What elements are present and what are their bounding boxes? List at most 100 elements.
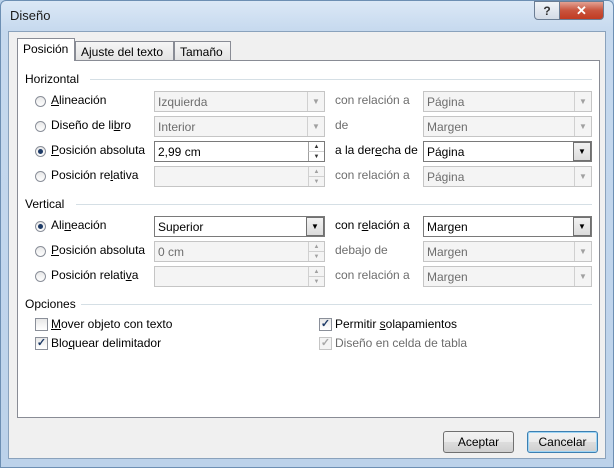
options-group-title: Opciones: [25, 297, 76, 311]
vertical-separator: [76, 204, 592, 205]
tab-label: Tamaño: [180, 45, 223, 59]
combo-value: Página: [427, 95, 465, 109]
horizontal-diseno-de-libro-label: Diseño de libro: [51, 118, 132, 132]
diseno-en-celda-de-tabla-checkbox[interactable]: ✓: [319, 337, 332, 350]
horizontal-posicion-absoluta-target-combo[interactable]: Página ▼: [423, 141, 592, 162]
vertical-alineacion-relation: con relación a: [335, 218, 410, 232]
spin-value: 2,99 cm: [158, 145, 201, 159]
chevron-down-icon: ▼: [307, 92, 324, 111]
aceptar-button[interactable]: Aceptar: [443, 431, 514, 453]
dialog-body: Posición Ajuste del texto Tamaño Horizon…: [8, 31, 606, 459]
close-icon: ✕: [576, 2, 587, 18]
spin-down-icon[interactable]: ▼: [308, 176, 324, 186]
chevron-down-icon: ▼: [574, 267, 591, 286]
tab-label: Posición: [23, 42, 69, 56]
button-label: Aceptar: [457, 435, 500, 449]
close-button[interactable]: ✕: [559, 1, 604, 20]
horizontal-alineacion-radio[interactable]: [35, 96, 46, 107]
horizontal-posicion-relativa-target-combo[interactable]: Página ▼: [423, 166, 592, 187]
combo-value: Superior: [158, 220, 204, 234]
vertical-alineacion-target-combo[interactable]: Margen ▼: [423, 216, 592, 237]
permitir-solapamientos-checkbox[interactable]: ✓: [319, 318, 332, 331]
options-separator: [81, 304, 592, 305]
spin-down-icon[interactable]: ▼: [308, 251, 324, 261]
horizontal-posicion-relativa-radio[interactable]: [35, 171, 46, 182]
vertical-posicion-relativa-relation: con relación a: [335, 268, 410, 282]
vertical-alineacion-radio[interactable]: [35, 221, 46, 232]
vertical-posicion-relativa-label: Posición relativa: [51, 268, 139, 282]
vertical-posicion-absoluta-target-combo[interactable]: Margen ▼: [423, 241, 592, 262]
combo-value: Izquierda: [158, 95, 208, 109]
chevron-down-icon: ▼: [306, 217, 324, 236]
horizontal-posicion-absoluta-radio[interactable]: [35, 146, 46, 157]
combo-value: Página: [427, 170, 465, 184]
cancelar-button[interactable]: Cancelar: [527, 431, 598, 453]
spin-up-icon[interactable]: ▲: [308, 242, 324, 251]
horizontal-posicion-absoluta-label: Posición absoluta: [51, 143, 146, 157]
combo-value: Margen: [427, 270, 468, 284]
horizontal-separator: [90, 79, 592, 80]
title-bar[interactable]: Diseño ? ✕: [1, 1, 613, 31]
horizontal-diseno-de-libro-target-combo[interactable]: Margen ▼: [423, 116, 592, 137]
spin-value: 0 cm: [158, 245, 185, 259]
horizontal-alineacion-relation: con relación a: [335, 93, 410, 107]
mover-objeto-con-texto-checkbox[interactable]: [35, 318, 48, 331]
horizontal-diseno-de-libro-combo[interactable]: Interior ▼: [154, 116, 325, 137]
chevron-down-icon: ▼: [573, 217, 591, 236]
horizontal-diseno-de-libro-radio[interactable]: [35, 121, 46, 132]
help-icon: ?: [543, 3, 551, 18]
horizontal-diseno-de-libro-relation: de: [335, 118, 349, 132]
tab-label: Ajuste del texto: [81, 45, 164, 59]
chevron-down-icon: ▼: [574, 117, 591, 136]
bloquear-delimitador-checkbox[interactable]: ✓: [35, 337, 48, 350]
vertical-posicion-relativa-spin[interactable]: ▲ ▼: [154, 266, 325, 287]
tab-posicion[interactable]: Posición: [17, 38, 75, 61]
chevron-down-icon: ▼: [574, 92, 591, 111]
tab-ajuste-del-texto[interactable]: Ajuste del texto: [75, 41, 174, 61]
spin-up-icon[interactable]: ▲: [308, 267, 324, 276]
spin-down-icon[interactable]: ▼: [308, 151, 324, 161]
vertical-posicion-absoluta-relation: debajo de: [335, 243, 388, 257]
horizontal-posicion-relativa-spin[interactable]: ▲ ▼: [154, 166, 325, 187]
checkmark-icon: ✓: [320, 337, 331, 349]
mover-objeto-con-texto-label: Mover objeto con texto: [51, 317, 173, 331]
combo-value: Margen: [427, 120, 468, 134]
window-title: Diseño: [10, 8, 51, 23]
spin-up-icon[interactable]: ▲: [308, 167, 324, 176]
horizontal-posicion-relativa-relation: con relación a: [335, 168, 410, 182]
vertical-posicion-absoluta-spin[interactable]: 0 cm ▲ ▼: [154, 241, 325, 262]
horizontal-alineacion-combo[interactable]: Izquierda ▼: [154, 91, 325, 112]
horizontal-alineacion-target-combo[interactable]: Página ▼: [423, 91, 592, 112]
button-label: Cancelar: [538, 435, 587, 449]
combo-value: Margen: [427, 245, 468, 259]
permitir-solapamientos-label: Permitir solapamientos: [335, 317, 458, 331]
chevron-down-icon: ▼: [573, 142, 591, 161]
horizontal-posicion-relativa-label: Posición relativa: [51, 168, 139, 182]
vertical-posicion-relativa-target-combo[interactable]: Margen ▼: [423, 266, 592, 287]
diseno-en-celda-de-tabla-label: Diseño en celda de tabla: [335, 336, 468, 350]
combo-value: Margen: [427, 220, 468, 234]
horizontal-posicion-absoluta-relation: a la derecha de: [335, 143, 418, 157]
combo-value: Página: [427, 145, 465, 159]
bloquear-delimitador-label: Bloquear delimitador: [51, 336, 162, 350]
combo-value: Interior: [158, 120, 196, 134]
checkmark-icon: ✓: [320, 318, 331, 330]
tab-panel-posicion: Horizontal Alineación Izquierda ▼ con re…: [17, 60, 600, 418]
spin-down-icon[interactable]: ▼: [308, 276, 324, 286]
spin-up-icon[interactable]: ▲: [308, 142, 324, 151]
dialog-window: Diseño ? ✕ Posición Ajuste del texto Tam…: [0, 0, 614, 468]
help-button[interactable]: ?: [534, 1, 560, 20]
vertical-alineacion-combo[interactable]: Superior ▼: [154, 216, 325, 237]
horizontal-posicion-absoluta-spin[interactable]: 2,99 cm ▲ ▼: [154, 141, 325, 162]
horizontal-alineacion-label: Alineación: [51, 93, 107, 107]
tab-tamano[interactable]: Tamaño: [174, 41, 231, 61]
horizontal-group-title: Horizontal: [25, 72, 80, 86]
vertical-alineacion-label: Alineación: [51, 218, 107, 232]
vertical-group-title: Vertical: [25, 197, 65, 211]
chevron-down-icon: ▼: [574, 242, 591, 261]
vertical-posicion-absoluta-radio[interactable]: [35, 246, 46, 257]
checkmark-icon: ✓: [36, 337, 47, 349]
vertical-posicion-relativa-radio[interactable]: [35, 271, 46, 282]
chevron-down-icon: ▼: [574, 167, 591, 186]
chevron-down-icon: ▼: [307, 117, 324, 136]
